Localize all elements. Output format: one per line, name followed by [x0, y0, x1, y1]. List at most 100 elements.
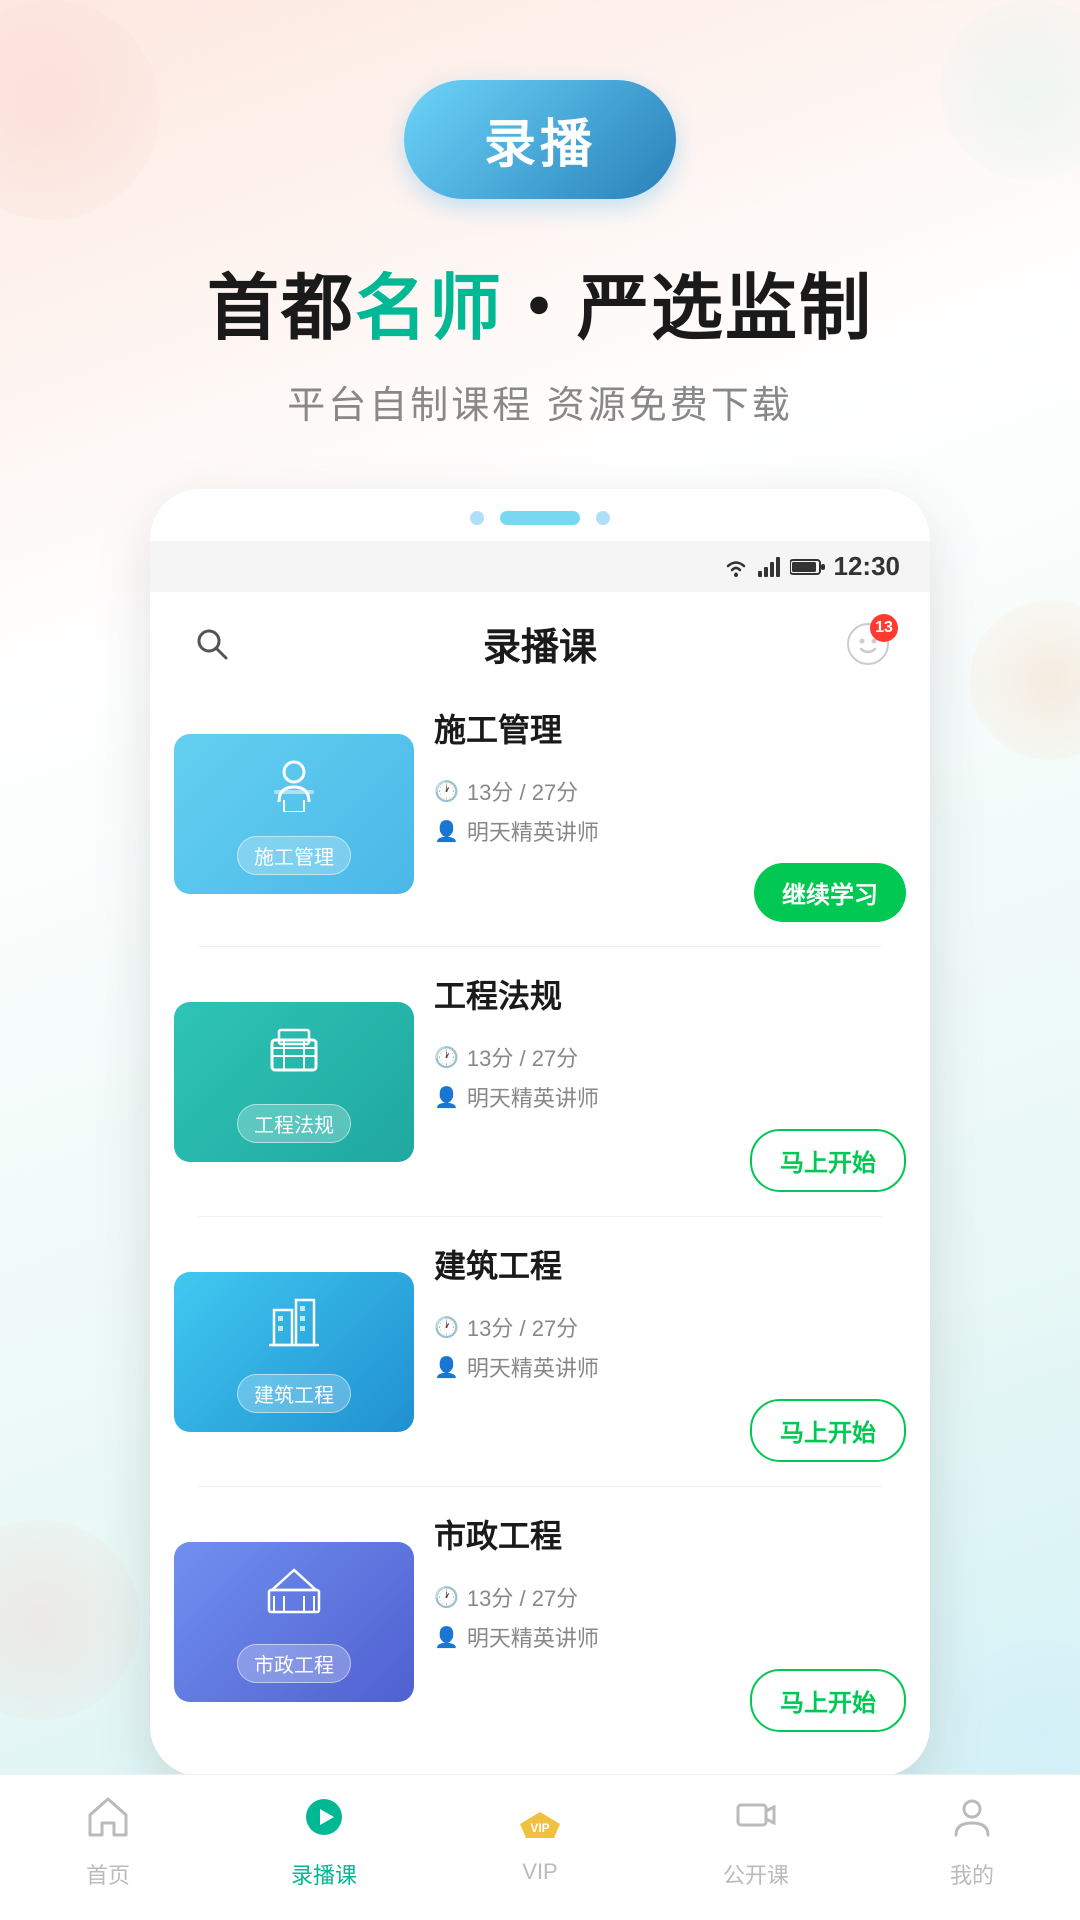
course-meta-sggl: 🕐 13分 / 27分 👤 明天精英讲师: [434, 775, 906, 847]
start-button-gcfl[interactable]: 马上开始: [750, 1129, 906, 1192]
course-name-jzgc: 建筑工程: [434, 1241, 906, 1287]
nav-label-live: 公开课: [723, 1858, 789, 1890]
nav-item-live[interactable]: 公开课: [706, 1795, 806, 1890]
home-icon: [86, 1795, 130, 1839]
course-actions-szgc: 马上开始: [434, 1669, 906, 1732]
dot-center: [500, 511, 580, 525]
lubo-icon: [302, 1795, 346, 1839]
meta-duration-gcfl: 🕐 13分 / 27分: [434, 1041, 906, 1073]
thumb-icon-gcfl: [264, 1020, 324, 1092]
duration-text-jzgc: 13分 / 27分: [467, 1311, 578, 1343]
course-actions-gcfl: 马上开始: [434, 1129, 906, 1192]
duration-text-sggl: 13分 / 27分: [467, 775, 578, 807]
subheadline: 平台自制课程 资源免费下载: [287, 374, 793, 429]
thumb-icon-sggl: [264, 752, 324, 824]
clock-icon-sggl: 🕐: [434, 779, 459, 804]
phone-wrapper: 12:30 录播课 13: [0, 489, 1080, 1776]
nav-label-vip: VIP: [522, 1859, 557, 1885]
thumb-label-gcfl: 工程法规: [237, 1104, 351, 1143]
teacher-name-szgc: 明天精英讲师: [467, 1621, 599, 1653]
course-info-sggl: 施工管理 🕐 13分 / 27分 👤 明天精英讲师 继续学习: [434, 705, 906, 922]
app-title: 录播课: [483, 616, 597, 671]
course-name-sggl: 施工管理: [434, 705, 906, 751]
teacher-name-sggl: 明天精英讲师: [467, 815, 599, 847]
clock-icon-szgc: 🕐: [434, 1585, 459, 1610]
meta-teacher-jzgc: 👤 明天精英讲师: [434, 1351, 906, 1383]
course-meta-szgc: 🕐 13分 / 27分 👤 明天精英讲师: [434, 1581, 906, 1653]
teacher-icon-jzgc: 👤: [434, 1355, 459, 1380]
headline-part1: 首都: [207, 269, 355, 349]
app-header: 录播课 13: [150, 592, 930, 695]
vip-icon: VIP: [518, 1810, 562, 1840]
status-icons: 12:30: [722, 551, 901, 582]
thumb-icon-jzgc: [264, 1290, 324, 1362]
duration-text-gcfl: 13分 / 27分: [467, 1041, 578, 1073]
thumb-label-szgc: 市政工程: [237, 1644, 351, 1683]
course-thumb-jzgc: 建筑工程: [174, 1272, 414, 1432]
nav-label-home: 首页: [86, 1858, 130, 1890]
notification-button[interactable]: 13: [842, 618, 894, 670]
search-button[interactable]: [186, 618, 238, 670]
lubo-badge[interactable]: 录播: [404, 80, 676, 199]
course-actions-jzgc: 马上开始: [434, 1399, 906, 1462]
battery-icon: [790, 558, 826, 576]
nav-icon-lubo: [302, 1795, 346, 1850]
thumb-label-jzgc: 建筑工程: [237, 1374, 351, 1413]
nav-icon-home: [86, 1795, 130, 1850]
course-thumb-szgc: 市政工程: [174, 1542, 414, 1702]
course-info-jzgc: 建筑工程 🕐 13分 / 27分 👤 明天精英讲师 马上开始: [434, 1241, 906, 1462]
signal-icon: [758, 557, 782, 577]
dot-right: [596, 511, 610, 525]
mine-icon: [950, 1795, 994, 1839]
nav-label-lubo: 录播课: [291, 1858, 357, 1890]
course-item-sggl[interactable]: 施工管理 施工管理 🕐 13分 / 27分 👤 明天精英讲师 继续学习: [174, 705, 906, 922]
headline-highlight: 名师: [355, 269, 503, 349]
start-button-szgc[interactable]: 马上开始: [750, 1669, 906, 1732]
nav-icon-vip: VIP: [518, 1801, 562, 1851]
nav-icon-mine: [950, 1795, 994, 1850]
course-item-szgc[interactable]: 市政工程 市政工程 🕐 13分 / 27分 👤 明天精英讲师 马上开始: [174, 1511, 906, 1732]
live-icon: [734, 1795, 778, 1839]
header-area: 录播 首都名师・严选监制 平台自制课程 资源免费下载: [0, 0, 1080, 489]
teacher-name-gcfl: 明天精英讲师: [467, 1081, 599, 1113]
meta-teacher-szgc: 👤 明天精英讲师: [434, 1621, 906, 1653]
course-thumb-sggl: 施工管理: [174, 734, 414, 894]
svg-text:VIP: VIP: [530, 1821, 549, 1835]
dot-left: [470, 511, 484, 525]
course-info-gcfl: 工程法规 🕐 13分 / 27分 👤 明天精英讲师 马上开始: [434, 971, 906, 1192]
course-item-gcfl[interactable]: 工程法规 工程法规 🕐 13分 / 27分 👤 明天精英讲师 马上开始: [174, 971, 906, 1192]
course-thumb-gcfl: 工程法规: [174, 1002, 414, 1162]
continue-button-sggl[interactable]: 继续学习: [754, 863, 906, 922]
start-button-jzgc[interactable]: 马上开始: [750, 1399, 906, 1462]
status-bar: 12:30: [150, 541, 930, 592]
thumb-label-sggl: 施工管理: [237, 836, 351, 875]
teacher-icon-szgc: 👤: [434, 1625, 459, 1650]
duration-text-szgc: 13分 / 27分: [467, 1581, 578, 1613]
course-list: 施工管理 施工管理 🕐 13分 / 27分 👤 明天精英讲师 继续学习: [150, 695, 930, 1776]
status-time: 12:30: [834, 551, 901, 582]
notification-count: 13: [870, 614, 898, 642]
nav-icon-live: [734, 1795, 778, 1850]
meta-teacher-gcfl: 👤 明天精英讲师: [434, 1081, 906, 1113]
course-name-gcfl: 工程法规: [434, 971, 906, 1017]
bottom-nav: 首页 录播课 VIP VIP 公开课 我的: [0, 1774, 1080, 1920]
nav-item-vip[interactable]: VIP VIP: [490, 1801, 590, 1885]
teacher-icon-sggl: 👤: [434, 819, 459, 844]
nav-item-mine[interactable]: 我的: [922, 1795, 1022, 1890]
nav-label-mine: 我的: [950, 1858, 994, 1890]
headline: 首都名师・严选监制: [207, 249, 873, 354]
course-info-szgc: 市政工程 🕐 13分 / 27分 👤 明天精英讲师 马上开始: [434, 1511, 906, 1732]
course-item-jzgc[interactable]: 建筑工程 建筑工程 🕐 13分 / 27分 👤 明天精英讲师 马上开始: [174, 1241, 906, 1462]
phone-dots: [150, 489, 930, 541]
nav-item-home[interactable]: 首页: [58, 1795, 158, 1890]
teacher-name-jzgc: 明天精英讲师: [467, 1351, 599, 1383]
headline-part2: ・严选监制: [503, 269, 873, 349]
meta-duration-jzgc: 🕐 13分 / 27分: [434, 1311, 906, 1343]
wifi-icon: [722, 556, 750, 578]
clock-icon-jzgc: 🕐: [434, 1315, 459, 1340]
course-name-szgc: 市政工程: [434, 1511, 906, 1557]
course-meta-gcfl: 🕐 13分 / 27分 👤 明天精英讲师: [434, 1041, 906, 1113]
nav-item-lubo[interactable]: 录播课: [274, 1795, 374, 1890]
thumb-icon-szgc: [264, 1560, 324, 1632]
meta-teacher-sggl: 👤 明天精英讲师: [434, 815, 906, 847]
